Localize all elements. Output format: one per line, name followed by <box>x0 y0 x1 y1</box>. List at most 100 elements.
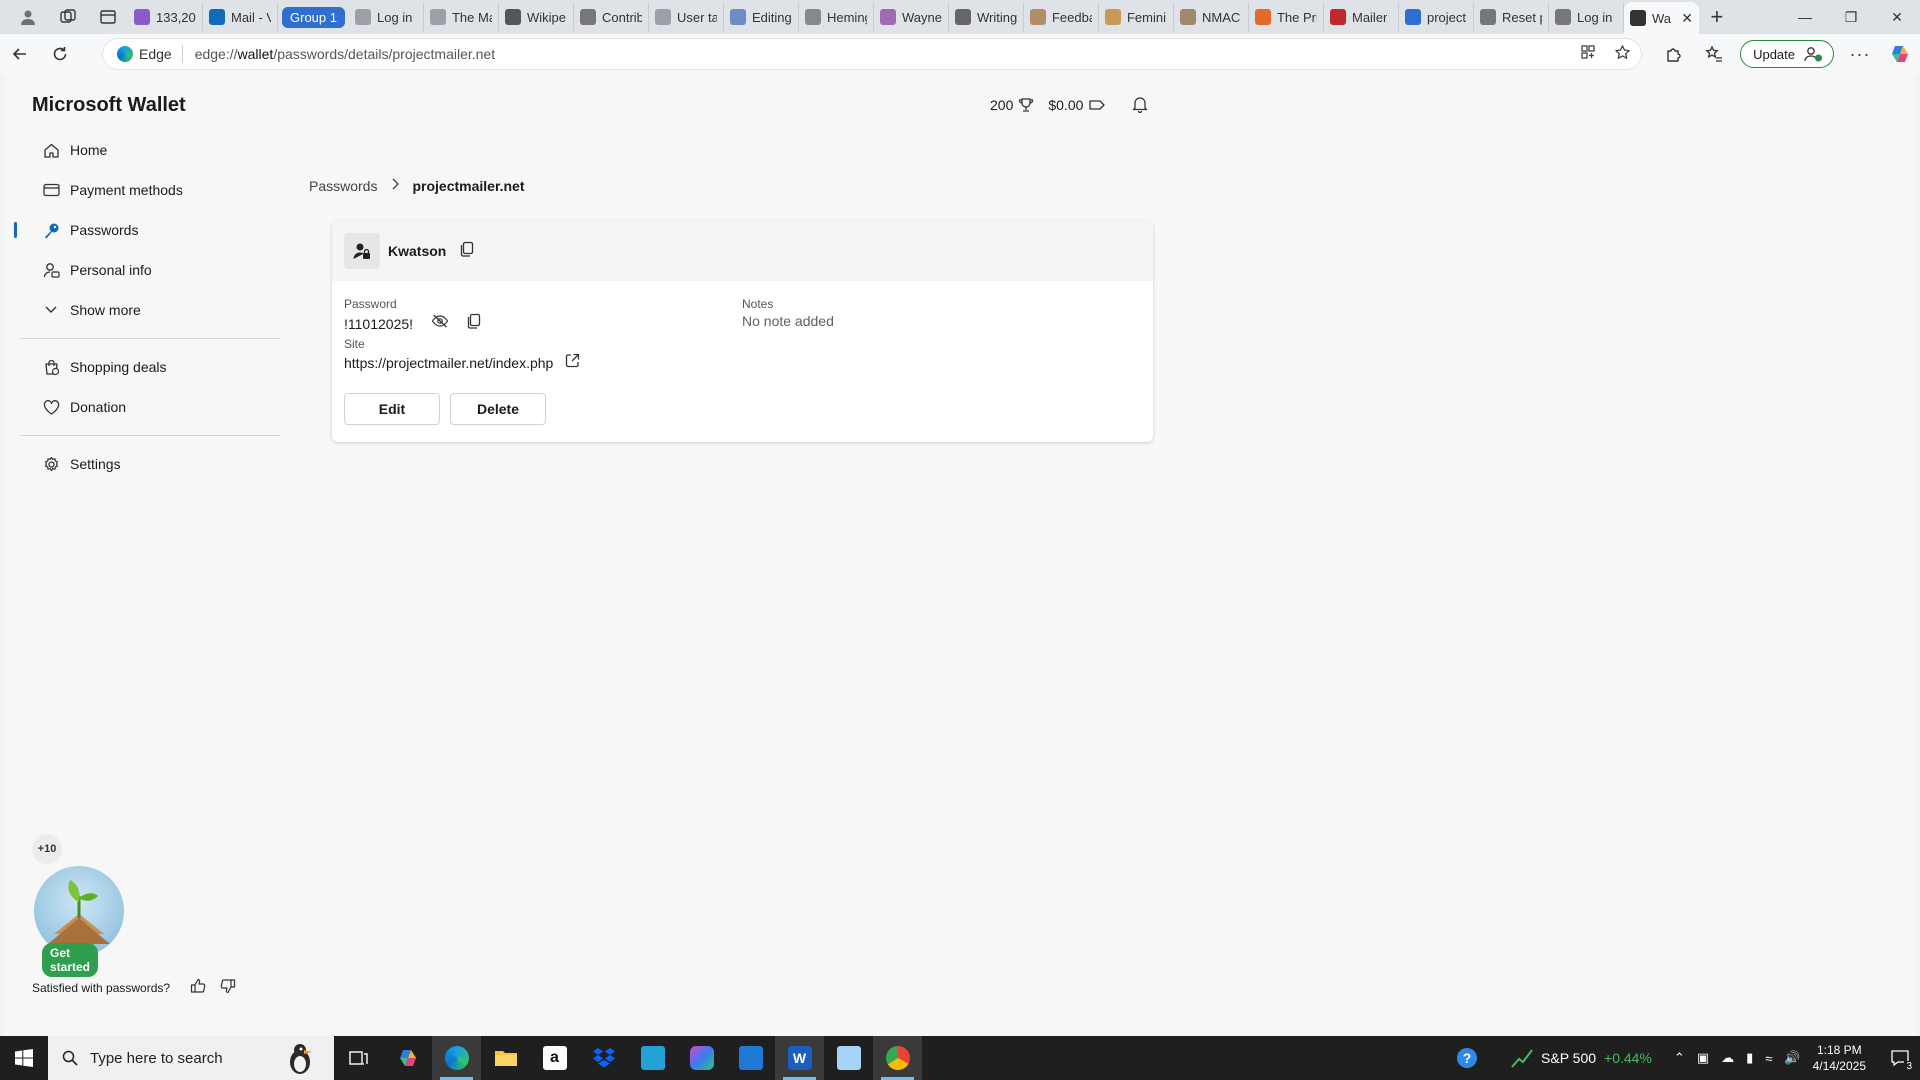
meet-icon[interactable]: ▣ <box>1697 1050 1709 1066</box>
vertical-tabs-icon[interactable] <box>88 0 128 34</box>
task-view-button[interactable] <box>334 1036 383 1080</box>
sidebar-item-home[interactable]: Home <box>20 130 280 170</box>
sidebar-item-shopping-deals[interactable]: Shopping deals <box>20 347 280 387</box>
chevron-up-icon[interactable]: ⌃ <box>1674 1050 1685 1066</box>
thumbs-down-button[interactable] <box>220 978 236 997</box>
cashback-balance[interactable]: $0.00 <box>1048 97 1106 113</box>
dropbox-taskbar-app[interactable] <box>579 1036 628 1080</box>
browser-tab[interactable]: The Ma <box>424 3 499 31</box>
get-started-button[interactable]: Get started <box>42 943 99 977</box>
notifications-button[interactable] <box>1132 96 1148 113</box>
productivity-taskbar-app[interactable] <box>628 1036 677 1080</box>
profile-icon[interactable] <box>8 0 48 34</box>
copy-username-button[interactable] <box>460 241 474 262</box>
onedrive-icon[interactable]: ☁ <box>1721 1050 1734 1066</box>
sidebar-item-payment-methods[interactable]: Payment methods <box>20 170 280 210</box>
browser-tab[interactable]: User ta <box>649 3 724 31</box>
browser-tab[interactable]: Heming <box>799 3 874 31</box>
tab-title: Feedba <box>1051 9 1092 25</box>
breadcrumb-passwords-link[interactable]: Passwords <box>309 178 377 194</box>
browser-tab[interactable]: Reset p <box>1474 3 1549 31</box>
wifi-icon[interactable]: ≈ <box>1765 1051 1772 1066</box>
m365-icon <box>689 1046 714 1070</box>
browser-tab[interactable]: Wikipe <box>499 3 574 31</box>
sidebar-item-settings[interactable]: Settings <box>20 444 280 484</box>
tab-title: Writing <box>976 9 1017 25</box>
help-button[interactable]: ? <box>1447 1036 1487 1080</box>
notepad-taskbar-app[interactable] <box>824 1036 873 1080</box>
sidebar-item-personal-info[interactable]: Personal info <box>20 250 280 290</box>
edge-taskbar-app[interactable] <box>432 1036 481 1080</box>
browser-tab[interactable]: 133,20 <box>128 3 203 31</box>
update-button[interactable]: Update <box>1740 40 1834 68</box>
url-field[interactable]: Edge edge://wallet/passwords/details/pro… <box>102 38 1642 70</box>
settings-more-button[interactable]: ··· <box>1840 36 1880 72</box>
browser-tab[interactable]: project <box>1399 3 1474 31</box>
workspaces-icon[interactable] <box>48 0 88 34</box>
tab-favicon-icon <box>579 9 596 25</box>
tab-active[interactable]: Wa ✕ <box>1623 2 1699 34</box>
browser-tab[interactable]: Mail - V <box>203 3 278 31</box>
rewards-points[interactable]: 200 <box>990 97 1034 113</box>
notes-field: Notes No note added <box>742 297 834 329</box>
browser-tab[interactable]: Contrib <box>574 3 649 31</box>
tab-list: 133,20 Mail - V Group 1 Log in The Ma Wikipe C… <box>128 0 1699 34</box>
word-taskbar-app[interactable]: W <box>775 1036 824 1080</box>
close-window-button[interactable]: ✕ <box>1874 0 1920 34</box>
copy-password-button[interactable] <box>467 313 481 334</box>
close-tab-icon[interactable]: ✕ <box>1681 10 1693 27</box>
browser-tab[interactable]: Log in <box>349 3 424 31</box>
browser-tab[interactable]: The Pri <box>1249 3 1324 31</box>
delete-button[interactable]: Delete <box>450 393 546 425</box>
chrome-taskbar-app[interactable] <box>873 1036 922 1080</box>
browser-tab[interactable]: Femini <box>1099 3 1174 31</box>
notes-value: No note added <box>742 313 834 329</box>
app-available-icon[interactable] <box>1580 44 1596 64</box>
browser-tab[interactable]: NMAC <box>1174 3 1249 31</box>
favorite-star-icon[interactable] <box>1614 44 1631 65</box>
feedback-bar: Satisfied with passwords? <box>32 978 236 997</box>
start-button[interactable] <box>0 1036 48 1080</box>
copilot-button[interactable] <box>1880 36 1920 72</box>
tab-title: The Ma <box>451 9 492 25</box>
taskbar-search-input[interactable]: Type here to search <box>48 1036 334 1080</box>
sidebar-item-show-more[interactable]: Show more <box>20 290 280 330</box>
notification-center-button[interactable]: 3 <box>1880 1036 1920 1080</box>
username-value: Kwatson <box>388 243 447 259</box>
minimize-button[interactable]: — <box>1782 0 1828 34</box>
thumbs-up-button[interactable] <box>190 978 206 997</box>
restore-button[interactable]: ❐ <box>1828 0 1874 34</box>
favorites-button[interactable] <box>1694 36 1734 72</box>
stock-widget[interactable]: S&P 500 +0.44% <box>1511 1048 1652 1068</box>
new-tab-button[interactable]: + <box>1699 0 1735 34</box>
volume-icon[interactable]: 🔊 <box>1784 1050 1800 1066</box>
sidebar-item-passwords[interactable]: Passwords <box>14 210 280 250</box>
browser-tab[interactable]: Feedba <box>1024 3 1099 31</box>
calendar-taskbar-app[interactable] <box>726 1036 775 1080</box>
refresh-button[interactable] <box>40 36 80 72</box>
wallet-page: Microsoft Wallet 200 $0.00 Home Payment … <box>4 74 1916 1036</box>
extensions-button[interactable] <box>1654 36 1694 72</box>
edit-button[interactable]: Edit <box>344 393 440 425</box>
back-button[interactable] <box>0 36 40 72</box>
sidebar-item-donation[interactable]: Donation <box>20 387 280 427</box>
browser-tab[interactable]: Log in <box>1549 3 1624 31</box>
address-bar: Edge edge://wallet/passwords/details/pro… <box>0 34 1920 74</box>
file-explorer-taskbar-app[interactable] <box>481 1036 530 1080</box>
clock[interactable]: 1:18 PM 4/14/2025 <box>1813 1042 1866 1074</box>
copilot-taskbar-app[interactable] <box>383 1036 432 1080</box>
tab-title: Heming <box>826 9 867 25</box>
m365-taskbar-app[interactable] <box>677 1036 726 1080</box>
battery-icon[interactable]: ▮ <box>1746 1050 1753 1066</box>
hide-password-button[interactable] <box>431 314 449 333</box>
browser-tab[interactable]: Editing <box>724 3 799 31</box>
tab-group-chip[interactable]: Group 1 <box>278 3 349 31</box>
browser-tab[interactable]: Mailer <box>1324 3 1399 31</box>
browser-tab[interactable]: Writing <box>949 3 1024 31</box>
stock-chart-icon <box>1511 1049 1533 1068</box>
open-site-button[interactable] <box>565 353 580 373</box>
tab-favicon-icon <box>1554 9 1571 25</box>
browser-tab[interactable]: Wayne <box>874 3 949 31</box>
amazon-taskbar-app[interactable]: a <box>530 1036 579 1080</box>
edge-page-indicator[interactable]: Edge <box>103 45 183 63</box>
